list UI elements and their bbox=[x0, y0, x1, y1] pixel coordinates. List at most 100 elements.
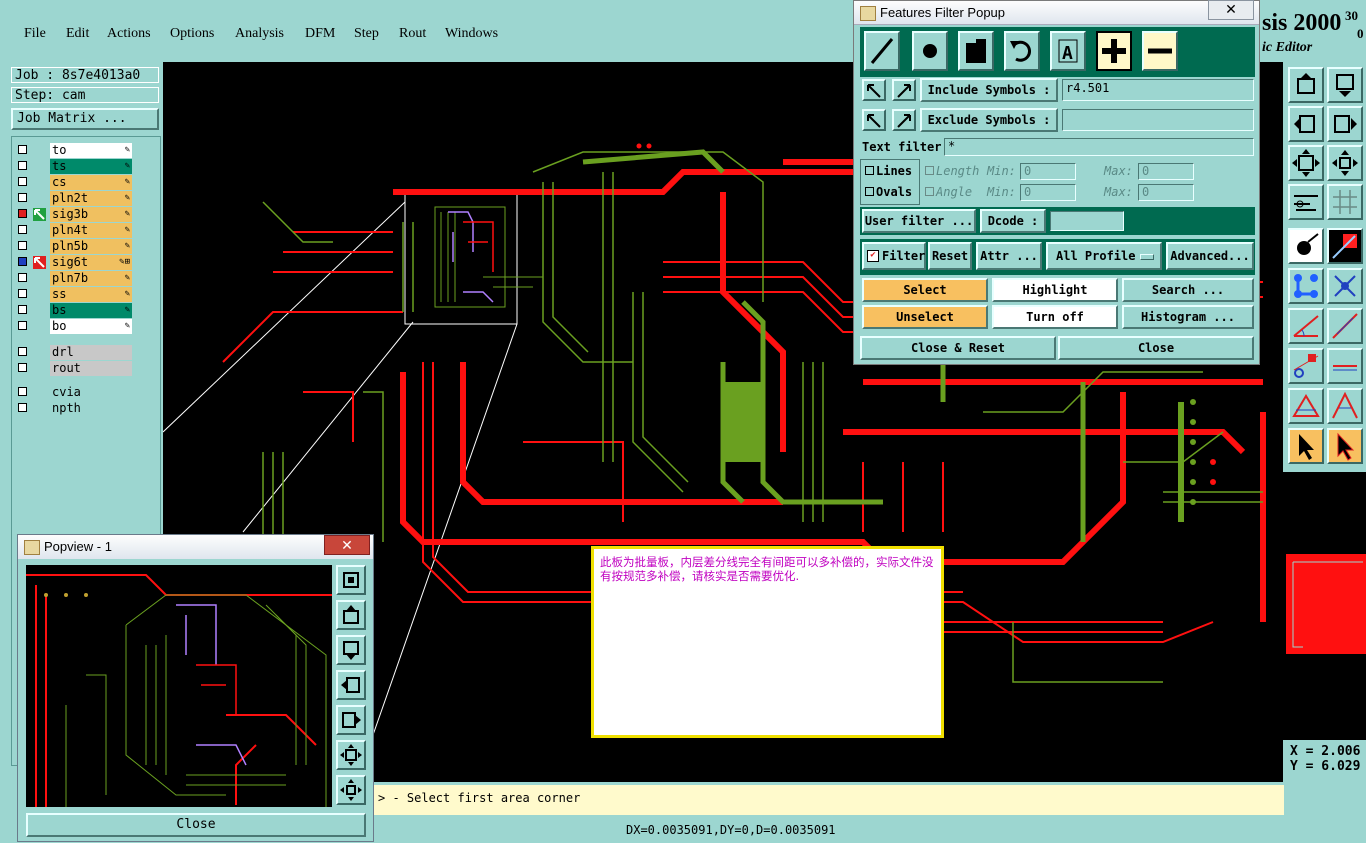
layer-checkbox[interactable] bbox=[18, 193, 27, 202]
ovals-checkbox[interactable] bbox=[865, 187, 874, 196]
include-symbols-button[interactable]: Include Symbols : bbox=[920, 78, 1058, 102]
filter-toggle[interactable]: ✔ Filter bbox=[862, 242, 926, 270]
pan-up-icon[interactable] bbox=[1288, 67, 1324, 103]
popview-close-x[interactable]: ✕ bbox=[324, 535, 370, 555]
negative-polarity-icon[interactable] bbox=[1142, 31, 1178, 71]
angle-measure-icon[interactable] bbox=[1327, 388, 1363, 424]
layer-name[interactable]: drl bbox=[50, 345, 132, 360]
popview-close-button[interactable]: Close bbox=[26, 813, 366, 837]
layer-row[interactable]: sig6t ✎⊞ bbox=[16, 255, 142, 270]
unselect-button[interactable]: Unselect bbox=[862, 305, 988, 329]
layer-row[interactable]: to ✎ bbox=[16, 143, 142, 158]
layer-name[interactable]: npth bbox=[50, 401, 132, 416]
ffp-close-x[interactable]: ✕ bbox=[1208, 0, 1254, 20]
grid-icon[interactable] bbox=[1327, 184, 1363, 220]
layer-checkbox[interactable] bbox=[18, 403, 27, 412]
histogram-button[interactable]: Histogram ... bbox=[1122, 305, 1254, 329]
menu-rout[interactable]: Rout bbox=[399, 26, 426, 42]
layer-name[interactable]: ts ✎ bbox=[50, 159, 132, 174]
select-arrow-icon[interactable] bbox=[1288, 428, 1324, 464]
layer-row[interactable]: cs ✎ bbox=[16, 175, 142, 190]
angle-max-input[interactable]: 0 bbox=[1138, 184, 1194, 201]
turn-off-button[interactable]: Turn off bbox=[992, 305, 1118, 329]
menu-actions[interactable]: Actions bbox=[107, 26, 151, 42]
layer-checkbox[interactable] bbox=[18, 363, 27, 372]
layer-checkbox[interactable] bbox=[18, 209, 27, 218]
pad-feature-icon[interactable] bbox=[912, 31, 948, 71]
length-max-input[interactable]: 0 bbox=[1138, 163, 1194, 180]
layer-checkbox[interactable] bbox=[18, 387, 27, 396]
layer-name[interactable]: rout bbox=[50, 361, 132, 376]
layer-name[interactable]: pln7b ✎ bbox=[50, 271, 132, 286]
surface-feature-icon[interactable] bbox=[958, 31, 994, 71]
filter-checkbox[interactable]: ✔ bbox=[867, 250, 879, 262]
layer-checkbox[interactable] bbox=[18, 321, 27, 330]
layer-name[interactable]: sig3b ✎ bbox=[50, 207, 132, 222]
layer-checkbox[interactable] bbox=[18, 273, 27, 282]
reset-button[interactable]: Reset bbox=[928, 242, 972, 270]
lines-checkbox[interactable] bbox=[865, 166, 874, 175]
select-arrow-outline-icon[interactable] bbox=[1327, 428, 1363, 464]
menu-step[interactable]: Step bbox=[354, 26, 379, 42]
menu-windows[interactable]: Windows bbox=[445, 26, 498, 42]
layer-checkbox[interactable] bbox=[18, 241, 27, 250]
menu-analysis[interactable]: Analysis bbox=[235, 26, 284, 42]
popview-pan-right-icon[interactable] bbox=[336, 705, 366, 735]
layer-row[interactable]: rout bbox=[16, 361, 142, 376]
advanced-button[interactable]: Advanced... bbox=[1166, 242, 1254, 270]
layer-name[interactable]: sig6t ✎⊞ bbox=[50, 255, 132, 270]
arc-feature-icon[interactable] bbox=[1004, 31, 1040, 71]
pan-right-icon[interactable] bbox=[1327, 106, 1363, 142]
menu-edit[interactable]: Edit bbox=[66, 26, 89, 42]
snap-corner-icon[interactable] bbox=[1327, 228, 1363, 264]
zoom-home-icon[interactable] bbox=[1327, 145, 1363, 181]
line-draw-icon[interactable] bbox=[1327, 308, 1363, 344]
attr-button[interactable]: Attr ... bbox=[976, 242, 1042, 270]
pick-symbol-icon[interactable] bbox=[862, 79, 886, 101]
layer-checkbox[interactable] bbox=[18, 145, 27, 154]
zoom-fit-icon[interactable] bbox=[1288, 145, 1324, 181]
exclude-symbols-input[interactable] bbox=[1062, 109, 1254, 131]
popview-canvas[interactable] bbox=[26, 565, 332, 807]
search-button[interactable]: Search ... bbox=[1122, 278, 1254, 302]
line-angle-icon[interactable] bbox=[1288, 308, 1324, 344]
connect-nodes-icon[interactable] bbox=[1288, 268, 1324, 304]
layer-name[interactable]: to ✎ bbox=[50, 143, 132, 158]
popview-zoom-in-icon[interactable] bbox=[336, 565, 366, 595]
layer-row[interactable]: drl bbox=[16, 345, 142, 360]
pick-exclude-icon[interactable] bbox=[862, 109, 886, 131]
layer-row[interactable]: pln7b ✎ bbox=[16, 271, 142, 286]
layer-row[interactable]: pln4t ✎ bbox=[16, 223, 142, 238]
include-symbols-input[interactable]: r4.501 bbox=[1062, 79, 1254, 101]
text-feature-icon[interactable]: A bbox=[1050, 31, 1086, 71]
layer-row[interactable]: ss ✎ bbox=[16, 287, 142, 302]
layer-checkbox[interactable] bbox=[18, 289, 27, 298]
job-matrix-button[interactable]: Job Matrix ... bbox=[11, 108, 159, 130]
layer-name[interactable]: pln4t ✎ bbox=[50, 223, 132, 238]
layer-name[interactable]: pln5b ✎ bbox=[50, 239, 132, 254]
user-filter-button[interactable]: User filter ... bbox=[862, 209, 976, 233]
popview-zoom-home-icon[interactable] bbox=[336, 775, 366, 805]
highlight-button[interactable]: Highlight bbox=[992, 278, 1118, 302]
line-feature-icon[interactable] bbox=[864, 31, 900, 71]
layer-name[interactable]: cs ✎ bbox=[50, 175, 132, 190]
layer-name[interactable]: cvia bbox=[50, 385, 132, 400]
dcode-input[interactable] bbox=[1050, 211, 1124, 231]
layer-row[interactable]: npth bbox=[16, 401, 142, 416]
length-min-input[interactable]: 0 bbox=[1020, 163, 1076, 180]
pad-snap-icon[interactable] bbox=[1288, 348, 1324, 384]
exclude-symbols-button[interactable]: Exclude Symbols : bbox=[920, 108, 1058, 132]
horizontal-line-icon[interactable] bbox=[1327, 348, 1363, 384]
layer-row[interactable]: bs ✎ bbox=[16, 303, 142, 318]
layer-name[interactable]: ss ✎ bbox=[50, 287, 132, 302]
popview-pan-left-icon[interactable] bbox=[336, 670, 366, 700]
layer-name[interactable]: pln2t ✎ bbox=[50, 191, 132, 206]
menu-file[interactable]: File bbox=[24, 26, 46, 42]
menu-dfm[interactable]: DFM bbox=[305, 26, 335, 42]
layer-checkbox[interactable] bbox=[18, 347, 27, 356]
layer-checkbox[interactable] bbox=[18, 161, 27, 170]
profile-select[interactable]: All Profile bbox=[1046, 242, 1162, 270]
text-filter-input[interactable]: * bbox=[944, 138, 1254, 156]
layer-row[interactable]: ts ✎ bbox=[16, 159, 142, 174]
measure-icon[interactable] bbox=[1288, 184, 1324, 220]
